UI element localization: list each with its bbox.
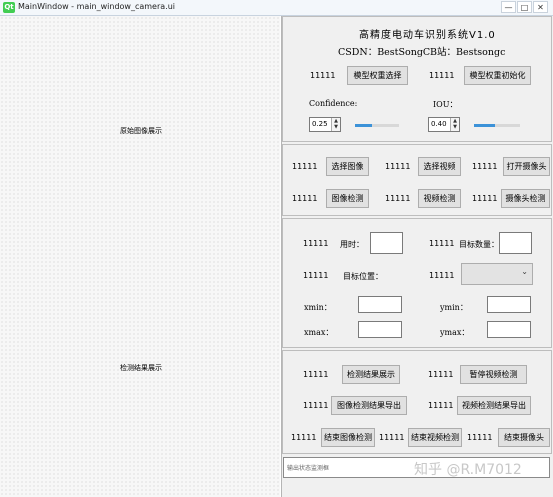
select-image-button[interactable]: 选择图像 xyxy=(326,157,369,176)
result-status-7: 11111 xyxy=(467,433,493,442)
ymin-field xyxy=(487,296,531,313)
result-status-6: 11111 xyxy=(379,433,405,442)
spin-arrows-icon[interactable]: ▲ ▼ xyxy=(331,118,340,131)
window-title: MainWindow - main_window_camera.ui xyxy=(18,2,175,11)
time-label: 用时： xyxy=(340,240,364,249)
image-display-panel: 原始图像展示 检测结果展示 xyxy=(0,16,280,497)
confidence-label: Confidence: xyxy=(309,99,358,108)
target-select-combo[interactable]: ⌄ xyxy=(461,263,533,285)
info-status-3: 11111 xyxy=(303,271,329,280)
export-image-results-button[interactable]: 图像检测结果导出 xyxy=(331,396,407,415)
qt-app-icon: Qt xyxy=(3,2,15,13)
result-status-2: 11111 xyxy=(428,370,454,379)
iou-spinbox[interactable]: 0.40 ▲ ▼ xyxy=(428,117,460,132)
target-count-field xyxy=(499,232,532,254)
camera-detect-button[interactable]: 摄像头检测 xyxy=(501,189,550,208)
xmax-field xyxy=(358,321,402,338)
end-video-detect-button[interactable]: 结束视频检测 xyxy=(408,428,462,447)
media-status-2: 11111 xyxy=(385,162,411,171)
minimize-icon[interactable]: — xyxy=(501,1,516,13)
control-panel: 高精度电动车识别系统V1.0 CSDN：BestSongC B站：Bestson… xyxy=(281,16,553,497)
init-weights-button[interactable]: 模型权重初始化 xyxy=(464,66,531,85)
result-image-label: 检测结果展示 xyxy=(120,364,162,372)
target-position-label: 目标位置： xyxy=(343,272,383,281)
media-status-3: 11111 xyxy=(472,162,498,171)
end-camera-button[interactable]: 结束摄像头 xyxy=(498,428,550,447)
select-weights-button[interactable]: 模型权重选择 xyxy=(347,66,408,85)
target-count-label: 目标数量： xyxy=(459,240,499,249)
app-title: 高精度电动车识别系统V1.0 xyxy=(359,30,496,41)
maximize-icon[interactable]: □ xyxy=(517,1,532,13)
close-icon[interactable]: ✕ xyxy=(533,1,548,13)
result-status-4: 11111 xyxy=(428,401,454,410)
xmin-field xyxy=(358,296,402,313)
results-group: 11111 检测结果展示 11111 暂停视频检测 11111 图像检测结果导出… xyxy=(282,350,552,454)
info-status-4: 11111 xyxy=(429,271,455,280)
iou-slider[interactable] xyxy=(474,124,520,127)
image-detect-button[interactable]: 图像检测 xyxy=(326,189,369,208)
model-group: 高精度电动车识别系统V1.0 CSDN：BestSongC B站：Bestson… xyxy=(282,16,552,142)
media-status-6: 11111 xyxy=(472,194,498,203)
model-status-1: 11111 xyxy=(310,71,336,80)
detection-info-group: 11111 用时： 11111 目标数量： 11111 目标位置： 11111 … xyxy=(282,218,552,348)
info-status-1: 11111 xyxy=(303,239,329,248)
iou-label: IOU： xyxy=(433,100,458,109)
confidence-spinbox[interactable]: 0.25 ▲ ▼ xyxy=(309,117,341,132)
model-status-2: 11111 xyxy=(429,71,455,80)
media-status-1: 11111 xyxy=(292,162,318,171)
iou-value: 0.40 xyxy=(431,120,447,128)
media-status-5: 11111 xyxy=(385,194,411,203)
pause-video-button[interactable]: 暂停视频检测 xyxy=(460,365,527,384)
result-status-5: 11111 xyxy=(291,433,317,442)
export-video-results-button[interactable]: 视频检测结果导出 xyxy=(457,396,531,415)
bilibili-label: B站：Bestsongc xyxy=(430,47,506,58)
status-placeholder: 输出状态监测框 xyxy=(287,465,330,472)
media-status-4: 11111 xyxy=(292,194,318,203)
xmin-label: xmin： xyxy=(304,303,332,312)
result-status-1: 11111 xyxy=(303,370,329,379)
watermark: 知乎 @R.M7012 xyxy=(414,462,522,478)
csdn-label: CSDN：BestSongC xyxy=(338,47,431,58)
show-results-button[interactable]: 检测结果展示 xyxy=(342,365,400,384)
info-status-2: 11111 xyxy=(429,239,455,248)
time-field xyxy=(370,232,403,254)
window-titlebar: Qt MainWindow - main_window_camera.ui — … xyxy=(0,0,553,16)
ymax-label: ymax： xyxy=(440,328,470,337)
video-detect-button[interactable]: 视频检测 xyxy=(418,189,461,208)
spin-arrows-icon[interactable]: ▲ ▼ xyxy=(450,118,459,131)
end-image-detect-button[interactable]: 结束图像检测 xyxy=(321,428,375,447)
confidence-value: 0.25 xyxy=(312,120,328,128)
ymin-label: ymin： xyxy=(440,303,468,312)
xmax-label: xmax： xyxy=(304,328,334,337)
ymax-field xyxy=(487,321,531,338)
result-status-3: 11111 xyxy=(303,401,329,410)
media-group: 11111 选择图像 11111 选择视频 11111 打开摄像头 11111 … xyxy=(282,144,552,216)
open-camera-button[interactable]: 打开摄像头 xyxy=(503,157,550,176)
chevron-down-icon: ⌄ xyxy=(521,267,528,276)
select-video-button[interactable]: 选择视频 xyxy=(418,157,461,176)
original-image-label: 原始图像展示 xyxy=(120,127,162,135)
confidence-slider[interactable] xyxy=(355,124,399,127)
